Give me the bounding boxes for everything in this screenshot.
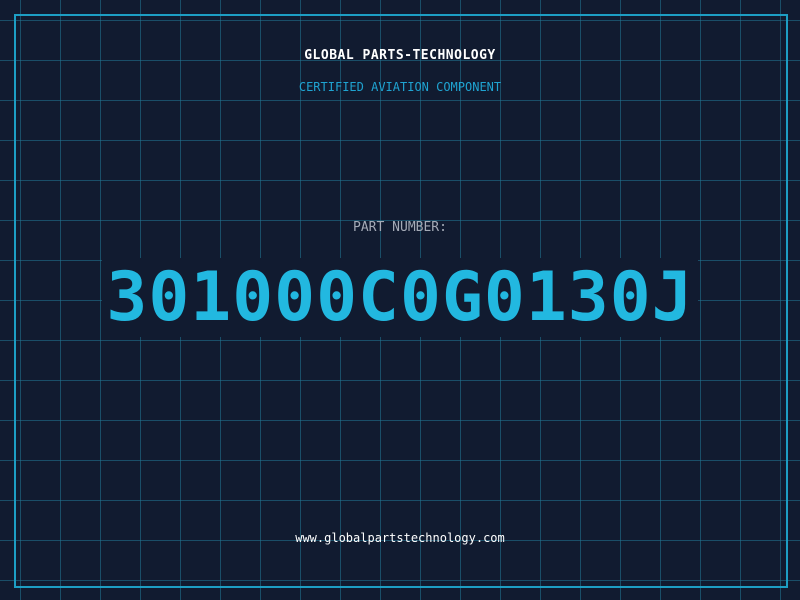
part-number-label: PART NUMBER: xyxy=(353,220,447,235)
part-number-value: 301000C0G0130J xyxy=(102,258,698,337)
company-name: GLOBAL PARTS-TECHNOLOGY xyxy=(304,48,496,63)
part-card: GLOBAL PARTS-TECHNOLOGY CERTIFIED AVIATI… xyxy=(0,0,800,600)
website-url: www.globalpartstechnology.com xyxy=(295,531,505,545)
certification-tagline: CERTIFIED AVIATION COMPONENT xyxy=(298,80,502,94)
part-number-value-wrap: 301000C0G0130J xyxy=(0,258,800,338)
